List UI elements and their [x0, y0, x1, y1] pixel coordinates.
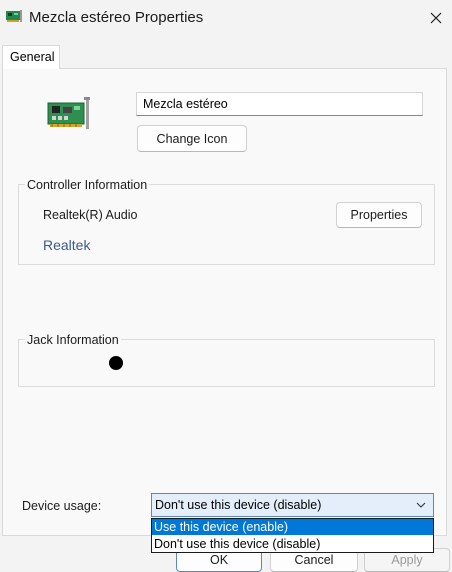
title-bar: Mezcla estéreo Properties — [0, 0, 452, 38]
controller-name: Realtek(R) Audio — [43, 208, 138, 222]
sound-card-icon — [6, 10, 22, 22]
close-button[interactable] — [420, 4, 452, 32]
dropdown-option-disable[interactable]: Don't use this device (disable) — [152, 536, 433, 552]
change-icon-button[interactable]: Change Icon — [137, 125, 247, 152]
sound-card-icon — [47, 97, 90, 129]
device-name-input[interactable] — [136, 92, 423, 116]
device-usage-dropdown: Use this device (enable) Don't use this … — [151, 518, 434, 553]
chevron-down-icon — [416, 502, 426, 508]
controller-properties-button[interactable]: Properties — [336, 202, 422, 228]
properties-dialog: Mezcla estéreo Properties General Change… — [0, 0, 452, 572]
jack-color-indicator — [109, 356, 123, 370]
close-icon — [430, 12, 442, 24]
jack-info-label: Jack Information — [25, 333, 121, 347]
tab-general[interactable]: General — [2, 45, 60, 69]
device-usage-label: Device usage: — [22, 499, 102, 513]
device-usage-selected-value: Don't use this device (disable) — [155, 498, 322, 512]
controller-info-label: Controller Information — [25, 178, 150, 192]
dropdown-option-enable[interactable]: Use this device (enable) — [152, 519, 433, 535]
window-title: Mezcla estéreo Properties — [29, 9, 204, 26]
device-usage-select[interactable]: Don't use this device (disable) — [151, 493, 434, 517]
vendor-link[interactable]: Realtek — [43, 237, 90, 253]
